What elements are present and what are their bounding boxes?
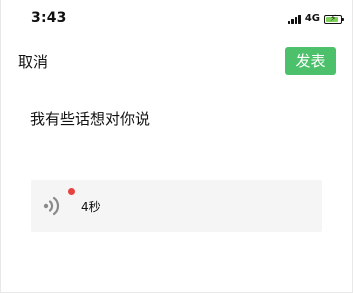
voice-duration: 4秒 xyxy=(81,200,101,214)
battery-icon: ⚡ xyxy=(324,13,344,24)
voice-message-card[interactable] xyxy=(31,180,322,232)
cancel-button[interactable]: 取消 xyxy=(18,51,48,72)
network-type: 4G xyxy=(304,13,320,24)
post-text[interactable]: 我有些话想对你说 xyxy=(30,108,150,129)
nav-bar: 取消 发表 xyxy=(1,44,353,78)
signal-icon xyxy=(287,14,301,24)
voice-wave-icon xyxy=(39,191,69,221)
publish-button[interactable]: 发表 xyxy=(285,47,336,75)
status-bar: 3:43 4G ⚡ xyxy=(1,0,353,36)
compose-screen: 3:43 4G ⚡ 取消 发表 我有些话想对你说 4秒 xyxy=(0,0,353,293)
unread-dot xyxy=(68,188,75,195)
status-time: 3:43 xyxy=(31,10,67,26)
status-indicators: 4G ⚡ xyxy=(287,12,344,26)
charging-bolt-icon: ⚡ xyxy=(330,13,337,24)
